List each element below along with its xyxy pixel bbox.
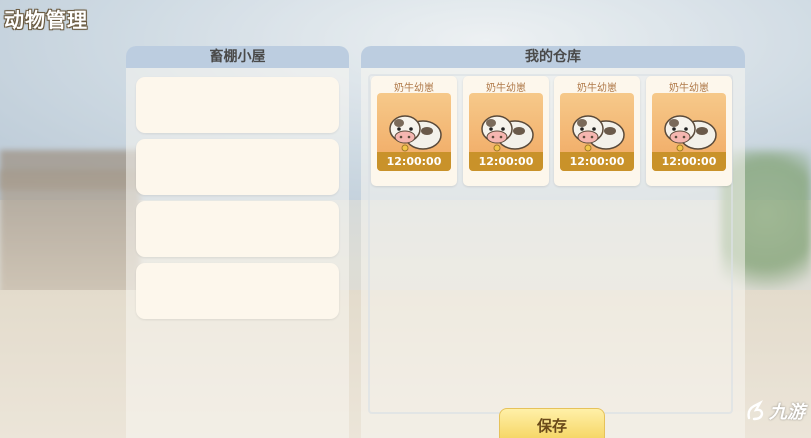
warehouse-item-card[interactable]: 奶牛幼崽 12:00:00 [463,76,549,186]
item-timer: 12:00:00 [652,152,726,171]
barn-slot[interactable] [136,263,339,319]
barn-panel: 畜棚小屋 [126,46,349,438]
watermark-logo: 九游 [745,398,805,424]
item-name: 奶牛幼崽 [669,83,709,94]
item-timer: 12:00:00 [377,152,451,171]
item-name: 奶牛幼崽 [486,83,526,94]
warehouse-panel-header: 我的仓库 [361,46,745,68]
save-button[interactable]: 保存 [499,408,605,438]
watermark-text: 九游 [769,402,805,423]
warehouse-item-card[interactable]: 奶牛幼崽 12:00:00 [554,76,640,186]
barn-slot[interactable] [136,139,339,195]
barn-panel-header: 畜棚小屋 [126,46,349,68]
item-timer: 12:00:00 [560,152,634,171]
screen-title: 动物管理 [4,8,88,32]
warehouse-item-card[interactable]: 奶牛幼崽 12:00:00 [646,76,732,186]
barn-slot[interactable] [136,77,339,133]
item-name: 奶牛幼崽 [394,83,434,94]
item-timer: 12:00:00 [469,152,543,171]
nine-game-logo-icon [745,400,767,422]
warehouse-item-card[interactable]: 奶牛幼崽 12:00:00 [371,76,457,186]
warehouse-panel: 我的仓库 奶牛幼崽 12:00:00 奶牛幼崽 12:00:00 奶牛幼崽 12… [361,46,745,438]
barn-slot[interactable] [136,201,339,257]
item-name: 奶牛幼崽 [577,83,617,94]
